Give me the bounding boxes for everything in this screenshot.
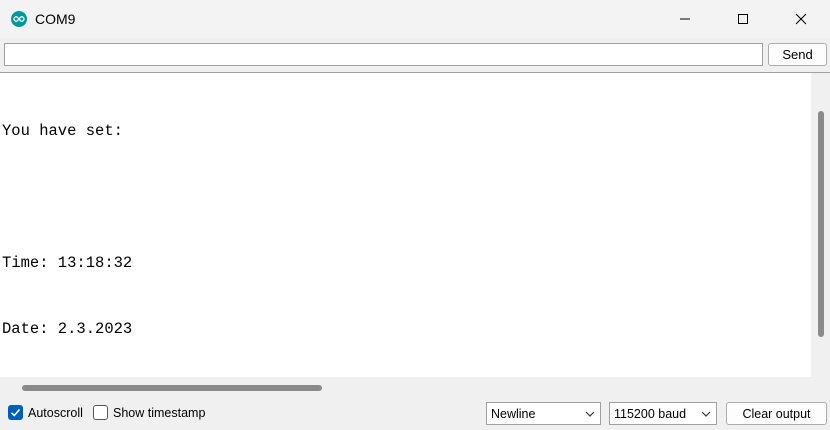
output-line: Date: 2.3.2023 xyxy=(2,320,133,338)
line-ending-value: Newline xyxy=(491,407,536,421)
window-title: COM9 xyxy=(35,11,76,27)
send-button[interactable]: Send xyxy=(768,43,827,66)
baud-rate-value: 115200 baud xyxy=(614,407,687,421)
chevron-down-icon xyxy=(585,411,595,417)
vertical-scrollbar[interactable] xyxy=(811,73,830,377)
autoscroll-label[interactable]: Autoscroll xyxy=(28,406,83,420)
send-input[interactable] xyxy=(4,43,763,66)
chevron-down-icon xyxy=(701,411,711,417)
baud-rate-select[interactable]: 115200 baud xyxy=(609,402,717,425)
scrollbar-corner xyxy=(811,377,830,397)
arduino-icon xyxy=(11,11,27,27)
horizontal-scrollbar[interactable] xyxy=(0,377,811,397)
line-ending-select[interactable]: Newline xyxy=(486,402,601,425)
maximize-icon xyxy=(738,14,748,24)
output-line: Time: 13:18:32 xyxy=(2,254,133,272)
output-line: You have set: xyxy=(2,122,123,140)
bottom-toolbar: Autoscroll Show timestamp Newline 115200… xyxy=(0,397,830,430)
maximize-button[interactable] xyxy=(714,0,772,38)
show-timestamp-checkbox[interactable] xyxy=(93,405,108,420)
close-icon xyxy=(795,13,807,25)
minimize-icon xyxy=(680,18,690,20)
serial-output[interactable]: You have set: Time: 13:18:32 Date: 2.3.2… xyxy=(0,72,830,397)
vertical-scroll-thumb[interactable] xyxy=(818,111,824,337)
close-button[interactable] xyxy=(772,0,830,38)
output-text: You have set: Time: 13:18:32 Date: 2.3.2… xyxy=(2,76,132,384)
send-row: Send xyxy=(0,38,830,72)
title-bar: COM9 xyxy=(0,0,830,38)
clear-output-button[interactable]: Clear output xyxy=(726,402,827,425)
show-timestamp-label[interactable]: Show timestamp xyxy=(113,406,205,420)
autoscroll-checkbox[interactable] xyxy=(8,405,23,420)
horizontal-scroll-thumb[interactable] xyxy=(22,385,322,391)
minimize-button[interactable] xyxy=(656,0,714,38)
checkmark-icon xyxy=(10,408,21,417)
